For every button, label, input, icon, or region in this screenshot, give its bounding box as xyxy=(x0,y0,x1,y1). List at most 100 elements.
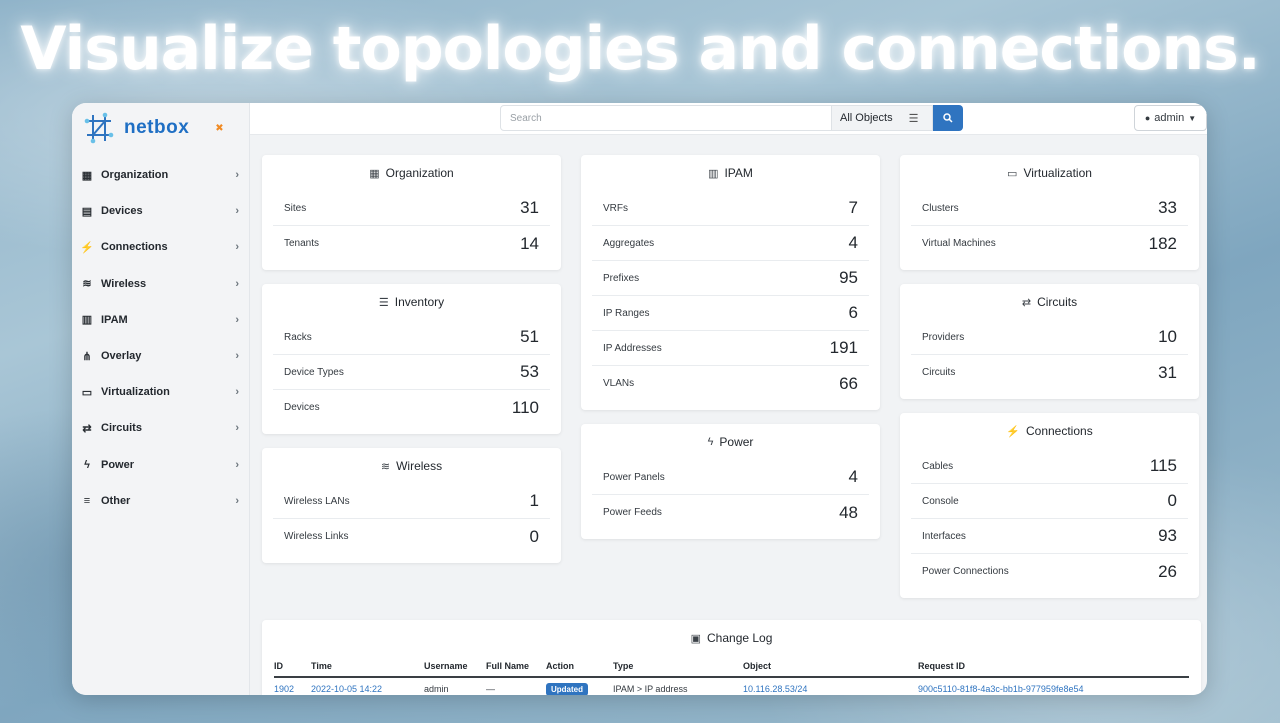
stat-label[interactable]: Console xyxy=(922,496,959,507)
transit-icon: ⇄ xyxy=(82,422,92,435)
sidebar-item-virtualization[interactable]: ▭ Virtualization › xyxy=(72,374,249,410)
filter-icon[interactable]: ☰ xyxy=(909,112,919,125)
change-time-link[interactable]: 2022-10-05 14:22 xyxy=(311,684,424,694)
sidebar-item-organization[interactable]: ▦ Organization › xyxy=(72,157,249,193)
stat-label[interactable]: Interfaces xyxy=(922,531,966,542)
stat-label[interactable]: Cables xyxy=(922,461,953,472)
sidebar-item-label: Organization xyxy=(101,169,169,182)
stat-label[interactable]: Clusters xyxy=(922,203,959,214)
changelog-table: ID Time Username Full Name Action Type O… xyxy=(262,656,1201,695)
stat-row[interactable]: Prefixes 95 xyxy=(592,261,869,296)
request-id-link[interactable]: 900c5110-81f8-4a3c-bb1b-977959fe8e54 xyxy=(918,684,1189,694)
stat-label[interactable]: Aggregates xyxy=(603,238,654,249)
column-header[interactable]: Request ID xyxy=(918,661,1189,671)
app-window: netbox ✖ ▦ Organization › ▤ Devices › ⚡ Connect… xyxy=(72,103,1207,695)
change-id-link[interactable]: 1902 xyxy=(274,684,311,694)
stat-label[interactable]: VLANs xyxy=(603,378,634,389)
stat-count: 33 xyxy=(1158,198,1177,217)
stat-label[interactable]: Power Feeds xyxy=(603,507,662,518)
stat-label[interactable]: Circuits xyxy=(922,367,955,378)
stat-row[interactable]: VLANs 66 xyxy=(592,366,869,401)
stat-row[interactable]: Power Feeds 48 xyxy=(592,495,869,530)
list-icon: ☰ xyxy=(378,296,389,309)
stat-label[interactable]: VRFs xyxy=(603,203,628,214)
stat-label[interactable]: Devices xyxy=(284,402,320,413)
inventory-card-header: ☰ Inventory xyxy=(262,284,561,320)
stat-count: 1 xyxy=(529,491,539,510)
column-header[interactable]: Object xyxy=(743,661,918,671)
stat-row[interactable]: Wireless LANs 1 xyxy=(273,484,550,519)
stat-row[interactable]: Providers 10 xyxy=(911,320,1188,355)
stat-label[interactable]: Wireless LANs xyxy=(284,496,350,507)
stat-row[interactable]: Circuits 31 xyxy=(911,355,1188,390)
sidebar-item-label: IPAM xyxy=(101,313,128,326)
sidebar-item-wireless[interactable]: ≋ Wireless › xyxy=(72,266,249,302)
column-header[interactable]: Type xyxy=(613,661,743,671)
stat-row[interactable]: Cables 115 xyxy=(911,449,1188,484)
sidebar-item-devices[interactable]: ▤ Devices › xyxy=(72,193,249,229)
sidebar: netbox ✖ ▦ Organization › ▤ Devices › ⚡ Connect… xyxy=(72,103,250,695)
stat-row[interactable]: Virtual Machines 182 xyxy=(911,226,1188,261)
search-scope-select[interactable]: All Objects ☰ xyxy=(832,105,933,131)
stat-row[interactable]: Interfaces 93 xyxy=(911,519,1188,554)
column-header[interactable]: Time xyxy=(311,661,424,671)
search-button[interactable] xyxy=(933,105,963,131)
sidebar-item-other[interactable]: ≡ Other › xyxy=(72,483,249,519)
stat-row[interactable]: Tenants 14 xyxy=(273,226,550,261)
inventory-card-title: Inventory xyxy=(394,295,445,309)
stat-label[interactable]: Device Types xyxy=(284,367,344,378)
sidebar-item-connections[interactable]: ⚡ Connections › xyxy=(72,229,249,265)
stat-row[interactable]: Racks 51 xyxy=(273,320,550,355)
chevron-right-icon: › xyxy=(235,241,239,254)
stat-row[interactable]: IP Ranges 6 xyxy=(592,296,869,331)
changelog-title: Change Log xyxy=(707,631,773,645)
stat-label[interactable]: IP Addresses xyxy=(603,343,662,354)
stat-label[interactable]: Wireless Links xyxy=(284,531,348,542)
stat-label[interactable]: Virtual Machines xyxy=(922,238,996,249)
column-header[interactable]: Action xyxy=(546,661,613,671)
change-object-link[interactable]: 10.116.28.53/24 xyxy=(743,684,918,694)
stat-label[interactable]: Sites xyxy=(284,203,306,214)
stat-row[interactable]: Clusters 33 xyxy=(911,191,1188,226)
column-header[interactable]: Full Name xyxy=(486,661,546,671)
stat-row[interactable]: Console 0 xyxy=(911,484,1188,519)
connections-card: ⚡ Connections Cables 115 Console 0 Interfaces 9… xyxy=(900,413,1199,598)
column-header[interactable]: Username xyxy=(424,661,486,671)
stat-row[interactable]: IP Addresses 191 xyxy=(592,331,869,366)
pin-icon[interactable]: ✖ xyxy=(215,123,223,134)
stat-row[interactable]: Power Connections 26 xyxy=(911,554,1188,589)
stat-count: 0 xyxy=(529,526,539,546)
sidebar-item-circuits[interactable]: ⇄ Circuits › xyxy=(72,410,249,446)
stat-row[interactable]: Power Panels 4 xyxy=(592,460,869,495)
search-input[interactable]: Search xyxy=(500,105,832,131)
user-menu-button[interactable]: ● admin ▼ xyxy=(1134,105,1207,131)
stat-label[interactable]: Power Panels xyxy=(603,472,665,483)
stat-label[interactable]: Tenants xyxy=(284,238,319,249)
user-icon: ● xyxy=(1144,113,1151,123)
stat-row[interactable]: Device Types 53 xyxy=(273,355,550,390)
column-header[interactable]: ID xyxy=(274,661,311,671)
stat-label[interactable]: Prefixes xyxy=(603,273,639,284)
stat-row[interactable]: Sites 31 xyxy=(273,191,550,226)
building-icon: ▦ xyxy=(81,169,93,182)
sidebar-item-overlay[interactable]: ⋔ Overlay › xyxy=(72,338,249,374)
stat-row[interactable]: Wireless Links 0 xyxy=(273,519,550,554)
table-header: ID Time Username Full Name Action Type O… xyxy=(274,656,1189,678)
top-bar: Search All Objects ☰ ● admin ▼ xyxy=(250,103,1207,135)
stat-row[interactable]: Aggregates 4 xyxy=(592,226,869,261)
sidebar-item-power[interactable]: ϟ Power › xyxy=(72,447,249,483)
brand[interactable]: netbox ✖ xyxy=(72,103,249,153)
circuits-card-header: ⇄ Circuits xyxy=(900,284,1199,320)
sidebar-item-ipam[interactable]: ▥ IPAM › xyxy=(72,302,249,338)
stat-label[interactable]: Providers xyxy=(922,332,964,343)
stat-count: 53 xyxy=(520,362,539,381)
stat-label[interactable]: Power Connections xyxy=(922,566,1009,577)
stat-label[interactable]: IP Ranges xyxy=(603,308,650,319)
action-badge: Updated xyxy=(546,683,588,695)
sidebar-item-label: Other xyxy=(101,494,131,507)
stat-row[interactable]: Devices 110 xyxy=(273,390,550,425)
sidebar-item-label: Circuits xyxy=(101,422,142,435)
stat-count: 93 xyxy=(1158,526,1177,545)
stat-row[interactable]: VRFs 7 xyxy=(592,191,869,226)
stat-label[interactable]: Racks xyxy=(284,332,312,343)
